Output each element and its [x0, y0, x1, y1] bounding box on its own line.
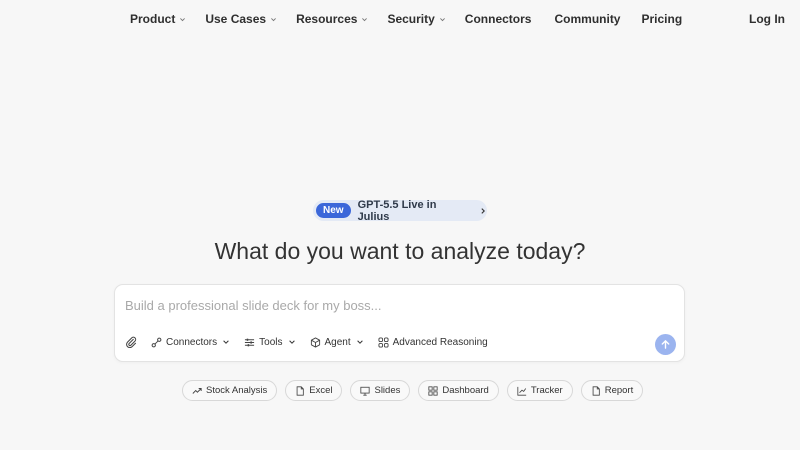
send-button[interactable] — [655, 334, 676, 355]
agent-dropdown[interactable]: Agent — [310, 337, 364, 348]
presentation-icon — [360, 386, 371, 396]
chip-label: Stock Analysis — [206, 385, 268, 396]
suggestion-chips: Stock Analysis Excel Slides Dashboard Tr… — [182, 380, 651, 401]
chevron-down-icon — [362, 17, 368, 21]
arrow-up-icon — [661, 340, 670, 349]
nav-item-label: Resources — [296, 12, 358, 26]
nav-item-use-cases[interactable]: Use Cases — [205, 12, 277, 26]
cube-icon — [310, 336, 320, 348]
page-title: What do you want to analyze today? — [214, 238, 586, 264]
paperclip-icon — [126, 336, 137, 348]
nav-item-product[interactable]: Product — [130, 12, 186, 26]
chip-label: Report — [604, 385, 634, 396]
nav-menu: Product Use Cases Resources Security Con… — [130, 12, 702, 26]
chevron-down-icon — [180, 17, 186, 21]
chevron-right-icon — [481, 207, 485, 214]
chip-excel[interactable]: Excel — [285, 380, 343, 401]
attach-button[interactable] — [125, 336, 137, 348]
chip-stock-analysis[interactable]: Stock Analysis — [182, 380, 278, 401]
announcement-text: GPT-5.5 Live in Julius — [357, 198, 437, 223]
chip-slides[interactable]: Slides — [350, 380, 411, 401]
chip-label: Dashboard — [442, 385, 489, 396]
trend-icon — [192, 387, 202, 394]
nav-item-label: Security — [387, 12, 435, 26]
advanced-reasoning-toggle[interactable]: Advanced Reasoning — [378, 337, 488, 348]
advanced-reasoning-label: Advanced Reasoning — [392, 336, 488, 348]
chevron-down-icon — [223, 340, 229, 344]
document-icon — [592, 385, 600, 396]
tools-dropdown[interactable]: Tools — [244, 337, 295, 348]
nav-item-label: Pricing — [641, 12, 683, 26]
nav-item-resources[interactable]: Resources — [296, 12, 368, 26]
chevron-down-icon — [288, 340, 295, 344]
document-icon — [296, 385, 304, 396]
prompt-input[interactable] — [125, 295, 665, 315]
chip-label: Slides — [374, 385, 401, 396]
sliders-icon — [245, 338, 255, 346]
nav-item-connectors[interactable]: Connectors — [465, 12, 532, 26]
chip-tracker[interactable]: Tracker — [506, 380, 573, 401]
composer-toolbar: Connectors Tools Agent Advanced Reasonin… — [125, 336, 502, 348]
chevron-down-icon — [356, 340, 363, 344]
chip-dashboard[interactable]: Dashboard — [418, 380, 499, 401]
nav-item-label: Use Cases — [205, 12, 267, 26]
plug-icon — [151, 337, 162, 347]
top-nav: Product Use Cases Resources Security Con… — [0, 0, 800, 38]
chevron-down-icon — [271, 17, 276, 21]
reasoning-icon — [378, 336, 389, 348]
nav-item-community[interactable]: Community — [554, 12, 620, 26]
nav-item-pricing[interactable]: Pricing — [641, 12, 682, 26]
agent-label: Agent — [324, 336, 351, 348]
new-badge: New — [316, 203, 351, 218]
nav-item-label: Product — [130, 12, 176, 26]
line-chart-icon — [517, 386, 527, 396]
chip-label: Tracker — [530, 385, 563, 396]
chevron-down-icon — [439, 17, 445, 21]
tools-label: Tools — [259, 336, 283, 348]
chip-label: Excel — [309, 385, 333, 396]
announcement-pill[interactable]: New GPT-5.5 Live in Julius — [313, 198, 487, 223]
nav-item-security[interactable]: Security — [387, 12, 445, 26]
grid-icon — [428, 385, 438, 396]
chip-report[interactable]: Report — [580, 380, 644, 401]
prompt-composer: Connectors Tools Agent — [114, 284, 685, 362]
nav-item-label: Community — [554, 12, 621, 26]
nav-item-label: Connectors — [464, 12, 532, 26]
connectors-dropdown[interactable]: Connectors — [151, 337, 230, 348]
connectors-label: Connectors — [166, 336, 218, 348]
login-link[interactable]: Log In — [749, 12, 785, 26]
